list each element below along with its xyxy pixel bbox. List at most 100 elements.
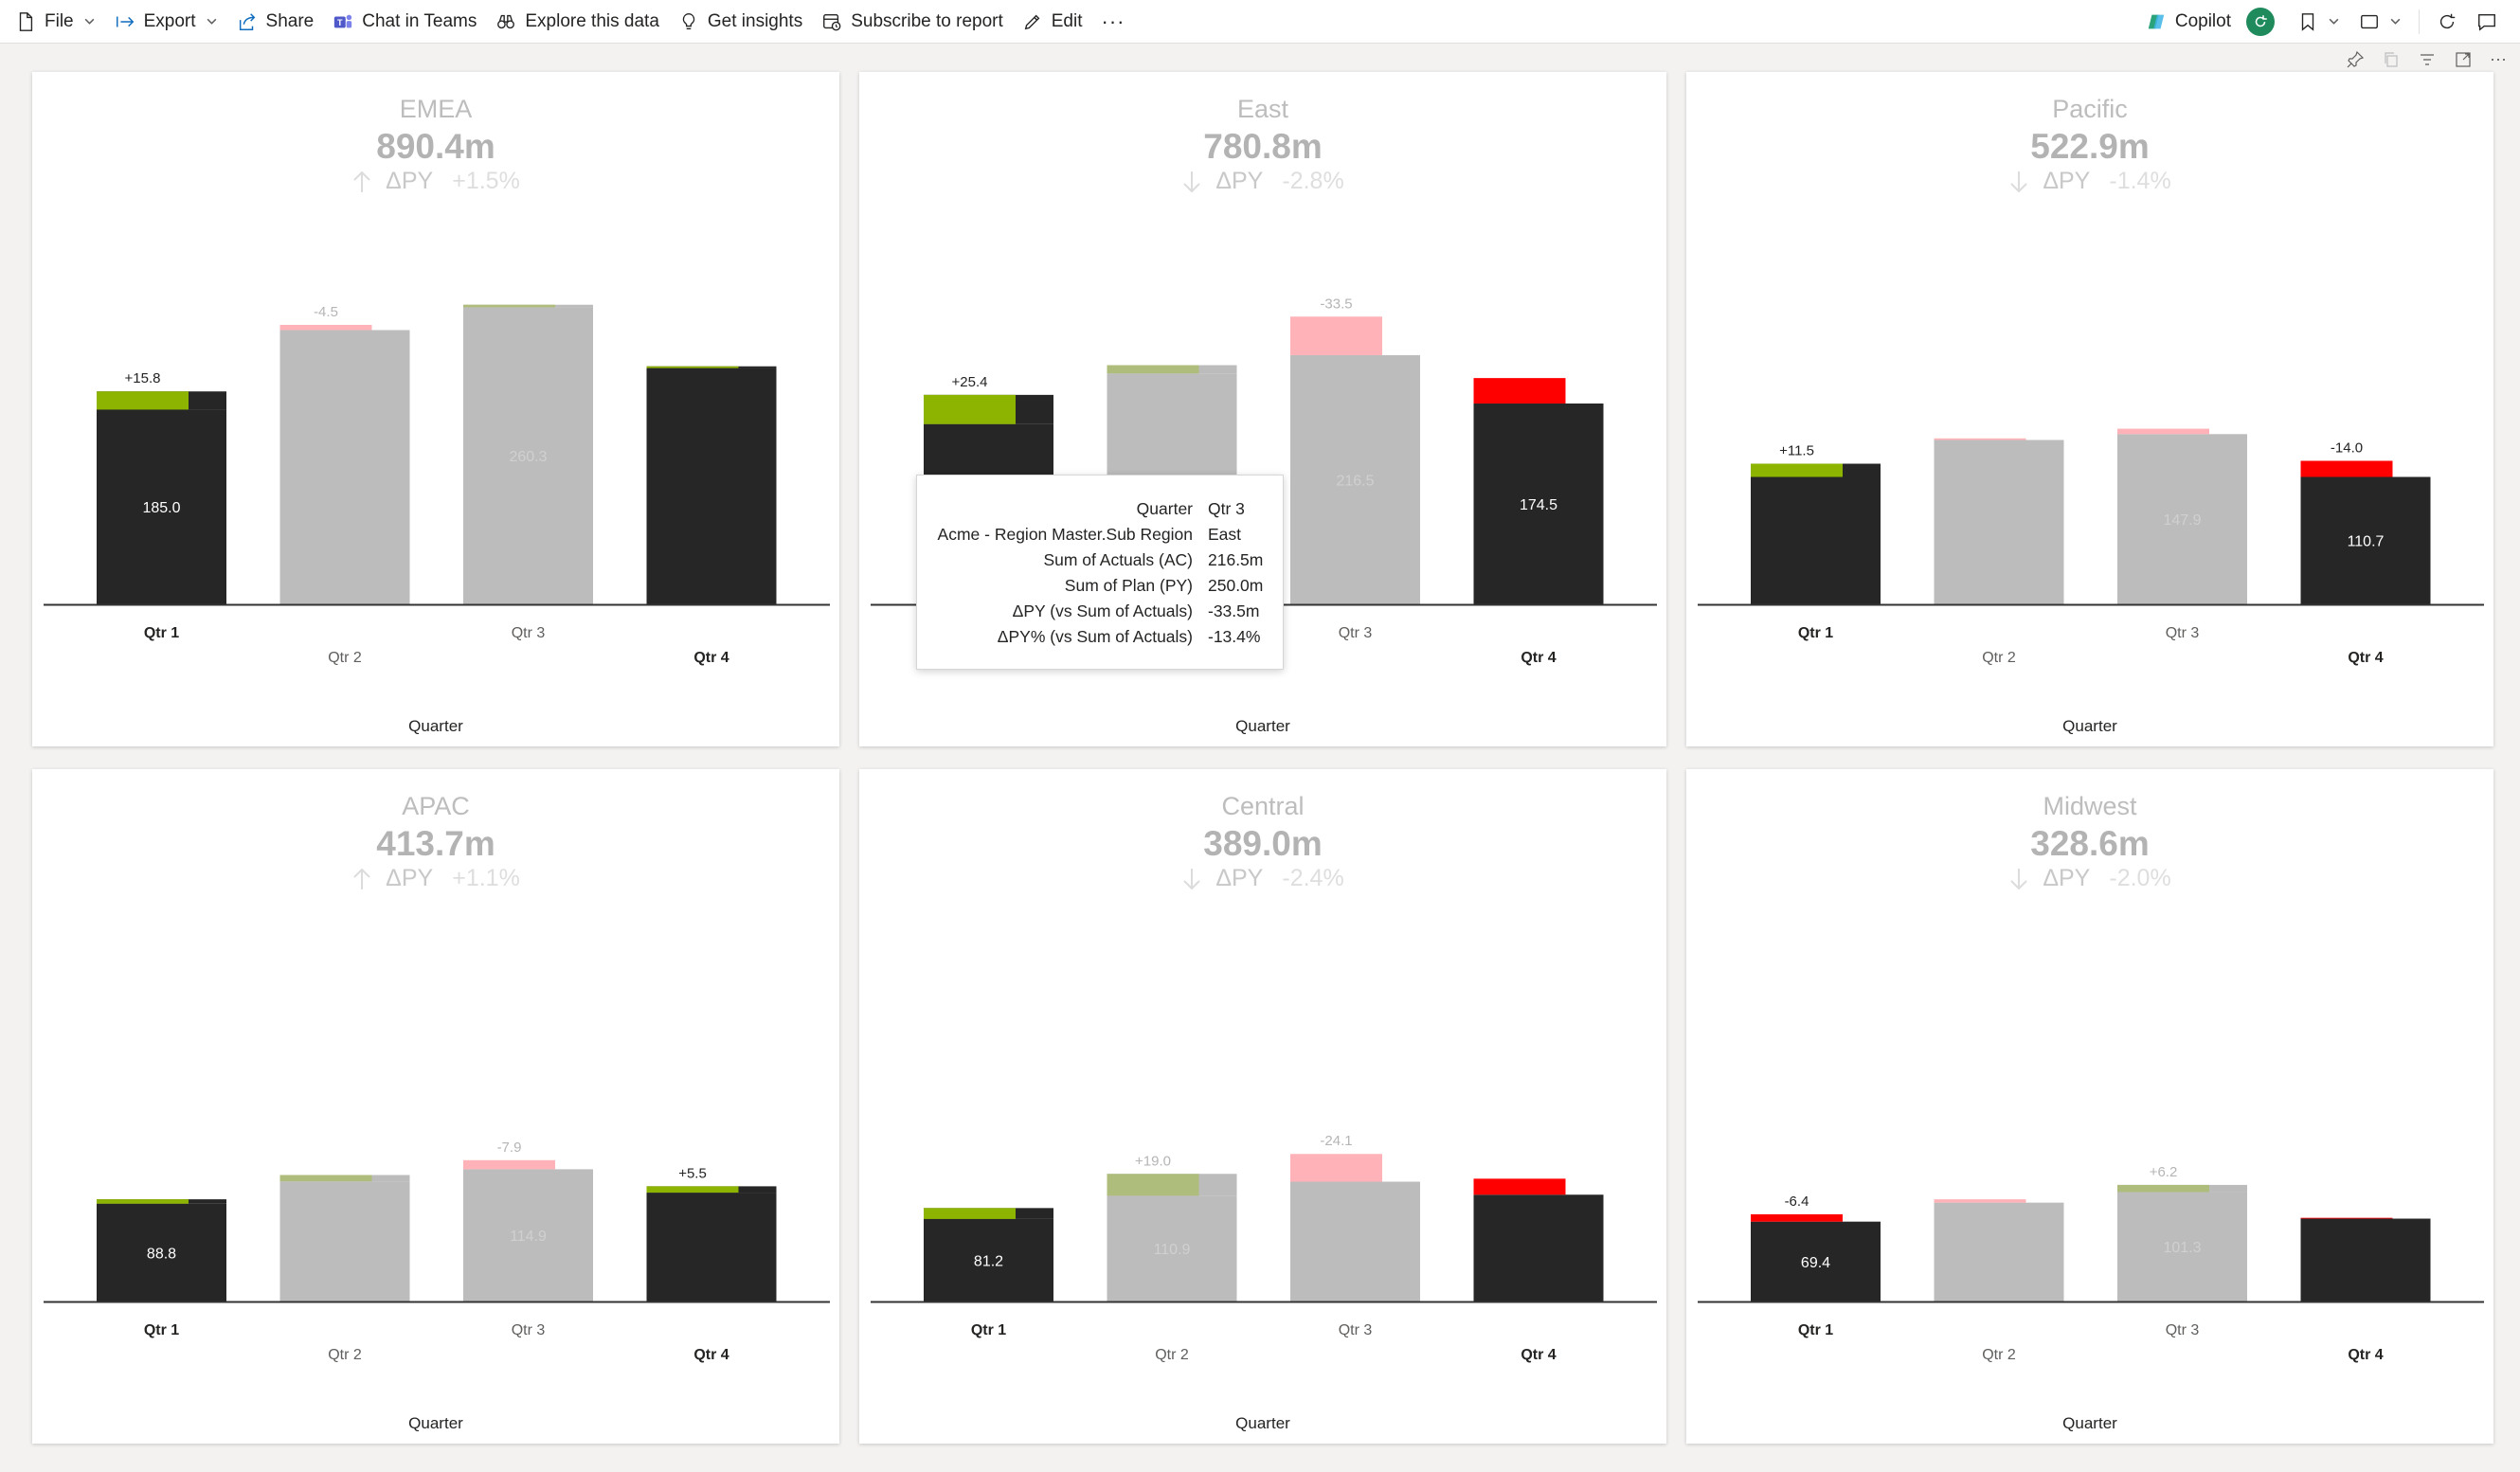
delta-value-label: +25.4 [952, 374, 988, 390]
actual-bar [1751, 476, 1881, 604]
chat-in-teams-label: Chat in Teams [362, 10, 477, 31]
get-insights-button[interactable]: Get insights [669, 5, 812, 39]
copilot-button[interactable]: Copilot [2136, 5, 2241, 39]
actual-bar [2300, 1218, 2431, 1301]
copilot-label: Copilot [2174, 10, 2231, 31]
positive-variance-bar [97, 391, 189, 410]
negative-variance-bar [463, 1159, 555, 1170]
positive-variance-bar [1107, 1174, 1199, 1196]
bar-value-label: 114.9 [510, 1229, 547, 1245]
delta-value-label: +19.0 [1135, 1153, 1171, 1169]
bar-value-label: 185.0 [142, 500, 180, 516]
refresh-icon [2439, 13, 2456, 28]
panel-emea[interactable]: EMEA 890.4m ΔPY +1.5% +15.8 185.0 Qtr 1 -4.… [32, 72, 839, 746]
tooltip-key: Acme - Region Master.Sub Region [937, 525, 1193, 544]
x-axis-title: Quarter [1235, 1414, 1290, 1432]
chat-in-teams-button[interactable]: T Chat in Teams [323, 5, 486, 39]
toolbar-divider [2419, 9, 2420, 34]
x-axis-tick-label: Qtr 3 [1339, 625, 1373, 641]
x-axis-tick-label: Qtr 2 [328, 1347, 362, 1363]
tooltip-value: 216.5m [1208, 550, 1264, 569]
comments-button[interactable] [2467, 5, 2507, 39]
bookmark-menu-button[interactable] [2288, 5, 2349, 39]
positive-variance-bar [463, 304, 555, 308]
focus-mode-icon[interactable] [2454, 50, 2473, 69]
svg-text:T: T [337, 18, 343, 27]
share-label: Share [265, 10, 315, 31]
panel-pacific[interactable]: Pacific 522.9m ΔPY -1.4% +11.5 Qtr 1 Qtr 2… [1686, 72, 2493, 746]
export-menu-button[interactable]: Export [105, 5, 227, 39]
positive-variance-bar [924, 1208, 1016, 1219]
visual-more-options[interactable]: ··· [2490, 49, 2507, 69]
x-axis-title: Quarter [2062, 1414, 2117, 1432]
tooltip-value: East [1208, 525, 1242, 544]
share-button[interactable]: Share [227, 5, 324, 39]
delta-value-label: -14.0 [2331, 440, 2363, 456]
delta-value-label: -33.5 [1320, 296, 1352, 312]
x-axis-title: Quarter [1235, 717, 1290, 735]
tooltip-row: Sum of Actuals (AC) 216.5m [934, 548, 1263, 573]
x-axis-tick-label: Qtr 2 [328, 650, 362, 666]
filter-icon[interactable] [2418, 50, 2437, 69]
view-menu-button[interactable] [2349, 5, 2411, 39]
x-axis-tick-label: Qtr 2 [1155, 1347, 1189, 1363]
comment-icon [2478, 13, 2495, 31]
more-options-button[interactable]: ··· [1092, 5, 1135, 39]
refresh-status-avatar[interactable] [2246, 7, 2275, 36]
positive-variance-bar [2117, 1184, 2209, 1193]
copilot-icon [2148, 14, 2165, 28]
edit-button[interactable]: Edit [1013, 5, 1092, 39]
file-menu-button[interactable]: File [6, 5, 105, 39]
chevron-down-icon [207, 18, 216, 25]
bar-value-label: 110.7 [2348, 534, 2385, 550]
subscribe-label: Subscribe to report [851, 10, 1003, 31]
file-label: File [45, 10, 74, 31]
negative-variance-bar [1290, 316, 1382, 355]
bookmark-icon [2301, 12, 2314, 31]
tooltip-value: -13.4% [1208, 627, 1261, 646]
explore-data-label: Explore this data [525, 10, 659, 31]
x-axis-tick-label: Qtr 3 [512, 625, 546, 641]
positive-variance-bar [279, 1175, 372, 1182]
file-icon [19, 11, 33, 31]
tooltip-row: ΔPY (vs Sum of Actuals) -33.5m [934, 599, 1263, 624]
tooltip-key: Sum of Actuals (AC) [1043, 550, 1193, 569]
tooltip-key: ΔPY% (vs Sum of Actuals) [997, 627, 1193, 646]
teams-icon: T [334, 14, 352, 27]
copy-visual-icon[interactable] [2382, 50, 2401, 69]
export-icon [116, 16, 134, 27]
delta-value-label: -7.9 [497, 1140, 522, 1156]
bar-value-label: 88.8 [147, 1246, 176, 1262]
x-axis-tick-label: Qtr 1 [971, 1322, 1006, 1338]
chevron-down-icon [2329, 18, 2339, 25]
subscribe-icon [823, 13, 841, 30]
subscribe-button[interactable]: Subscribe to report [812, 5, 1013, 39]
edit-label: Edit [1051, 10, 1083, 31]
panel-midwest[interactable]: Midwest 328.6m ΔPY -2.0% -6.4 69.4 Qtr 1 Qt… [1686, 769, 2493, 1444]
bar-value-label: 260.3 [509, 449, 547, 465]
variance-bar-chart: +11.5 Qtr 1 Qtr 2 147.9 Qtr 3 -14.0 110.7 Qtr 4 [1698, 428, 2484, 666]
more-options-label: ··· [1101, 9, 1125, 33]
x-axis-title: Quarter [2062, 717, 2117, 735]
positive-variance-bar [1751, 463, 1843, 477]
bar-value-label: 174.5 [1520, 497, 1557, 513]
negative-variance-bar [1934, 1199, 2026, 1203]
explore-data-button[interactable]: Explore this data [486, 5, 669, 39]
negative-variance-bar [1934, 438, 2026, 440]
panel-apac[interactable]: APAC 413.7m ΔPY +1.1% 88.8 Qtr 1 Qtr 2 -7.9… [32, 769, 839, 1444]
actual-bar [646, 368, 777, 604]
refresh-button[interactable] [2427, 5, 2467, 39]
panel-central[interactable]: Central 389.0m ΔPY -2.4% 81.2 Qtr 1 +19.0 1… [859, 769, 1666, 1444]
tooltip-row: ΔPY% (vs Sum of Actuals) -13.4% [934, 624, 1263, 650]
x-axis-tick-label: Qtr 2 [1982, 650, 2016, 666]
actual-bar [279, 330, 410, 604]
delta-value-label: +11.5 [1779, 443, 1814, 459]
delta-value-label: -24.1 [1320, 1133, 1352, 1149]
visual-header: ··· [2346, 49, 2507, 69]
pin-icon[interactable] [2346, 50, 2365, 69]
x-axis-tick-label: Qtr 1 [1798, 1322, 1833, 1338]
x-axis-tick-label: Qtr 4 [693, 1347, 729, 1363]
x-axis-tick-label: Qtr 4 [1521, 1347, 1556, 1363]
negative-variance-bar [279, 324, 372, 331]
actual-bar [1934, 1202, 2064, 1301]
